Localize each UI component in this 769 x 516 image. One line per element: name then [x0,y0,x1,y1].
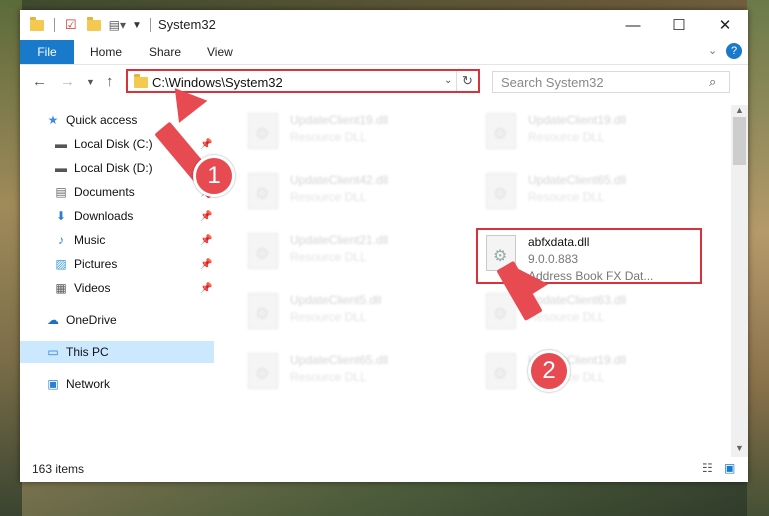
item-count: 163 items [32,462,85,476]
sidebar-item-this-pc[interactable]: ▭ This PC [20,341,214,363]
file-name: abfxdata.dll [528,235,590,249]
help-icon[interactable]: ? [726,43,742,59]
sidebar-item-music[interactable]: ♪ Music 📌 [20,229,214,251]
tab-view[interactable]: View [207,40,233,64]
title-bar: ☑ ▤▾ ▼ System32 — ☐ ✕ [20,10,748,40]
sidebar-item-videos[interactable]: ▦ Videos 📌 [20,277,214,299]
dll-file-icon [248,353,278,389]
window-title: System32 [158,17,216,32]
folder-icon [30,16,44,31]
pin-icon: 📌 [200,138,213,150]
sidebar-item-documents[interactable]: ▤ Documents 📌 [20,181,214,203]
sidebar-item-downloads[interactable]: ⬇ Downloads 📌 [20,205,214,227]
sidebar-item-pictures[interactable]: ▨ Pictures 📌 [20,253,214,275]
star-icon: ★ [47,113,59,127]
vertical-scrollbar[interactable]: ▲ ▼ [731,105,748,457]
expand-ribbon-icon[interactable]: ⌄ [708,44,717,57]
explorer-window: ☑ ▤▾ ▼ System32 — ☐ ✕ File Home Share Vi… [20,10,748,482]
sidebar-item-onedrive[interactable]: ☁ OneDrive [20,309,214,331]
recent-locations-icon[interactable]: ▼ [86,77,95,87]
dll-file-icon [486,173,516,209]
search-box[interactable]: Search System32 ⌕ [492,71,730,93]
drive-icon: ▬ [55,161,67,175]
scroll-down-icon[interactable]: ▼ [735,443,744,453]
tab-home[interactable]: Home [90,40,122,64]
step-1-badge: 1 [193,155,235,197]
chevron-down-icon[interactable]: ▼ [132,20,142,31]
download-icon: ⬇ [55,209,67,223]
list-item[interactable]: UpdateClient65.dll Resource DLL [478,167,688,219]
back-arrow-icon[interactable]: ← [32,73,47,90]
minimize-button[interactable]: — [610,10,656,40]
documents-icon: ▤ [55,185,67,199]
dll-file-icon [486,113,516,149]
network-icon: ▣ [47,377,59,391]
drive-icon: ▬ [55,137,67,151]
list-item[interactable]: UpdateClient42.dll Resource DLL [240,167,450,219]
sidebar-item-network[interactable]: ▣ Network [20,373,214,395]
list-item[interactable]: UpdateClient21.dll Resource DLL [240,227,450,279]
file-description: Address Book FX Dat... [528,269,654,283]
chevron-down-icon[interactable]: ⌄ [444,75,452,86]
tab-share[interactable]: Share [149,40,181,64]
list-item[interactable]: UpdateClient19.dll Resource DLL [240,107,450,159]
dll-file-icon [248,173,278,209]
list-item[interactable]: UpdateClient19.dll Resource DLL [478,347,688,399]
search-input[interactable]: Search System32 [501,75,604,90]
pin-icon: 📌 [200,210,213,222]
address-row: ← → ▼ ↑ C:\Windows\System32 ⌄ ↻ Search S… [20,65,748,99]
computer-icon: ▭ [47,345,59,359]
folder-icon [134,74,148,88]
address-divider [456,71,457,91]
toolbar-divider [149,18,151,32]
pictures-icon: ▨ [55,257,67,271]
scrollbar-thumb[interactable] [733,117,746,165]
list-item[interactable]: UpdateClient19.dll Resource DLL [478,107,688,159]
scroll-up-icon[interactable]: ▲ [735,105,744,115]
customize-toolbar-icon[interactable]: ▤▾ [109,18,126,32]
quick-access-toolbar: ☑ ▤▾ ▼ [30,16,151,34]
cloud-icon: ☁ [47,313,59,327]
desktop-background-left [0,0,22,516]
refresh-icon[interactable]: ↻ [462,73,473,89]
pin-icon: 📌 [200,234,213,246]
up-arrow-icon[interactable]: ↑ [106,73,114,90]
pin-icon: 📌 [200,282,213,294]
file-list: UpdateClient19.dll Resource DLL UpdateCl… [216,105,730,457]
dll-file-icon [486,353,516,389]
maximize-button[interactable]: ☐ [656,10,702,40]
dll-file-icon [248,293,278,329]
forward-arrow-icon[interactable]: → [60,73,75,90]
list-item[interactable]: UpdateClient65.dll Resource DLL [240,347,450,399]
search-icon[interactable]: ⌕ [709,74,716,90]
desktop-background-right [747,0,769,516]
close-button[interactable]: ✕ [702,10,748,40]
address-path: C:\Windows\System32 [152,75,283,90]
ribbon: File Home Share View ⌄ ? [20,40,748,65]
details-view-icon[interactable]: ☷ [702,461,713,475]
dll-file-icon [248,233,278,269]
tab-file[interactable]: File [20,40,74,64]
dll-file-icon [248,113,278,149]
new-folder-icon[interactable] [86,16,101,31]
large-icons-view-icon[interactable]: ▣ [724,461,735,475]
toolbar-divider [54,18,55,32]
music-icon: ♪ [58,233,64,247]
status-bar: 163 items ☷ ▣ [20,458,748,482]
step-2-badge: 2 [528,350,570,392]
list-item[interactable]: UpdateClient5.dll Resource DLL [240,287,450,339]
properties-icon[interactable]: ☑ [65,17,77,33]
videos-icon: ▦ [55,281,67,295]
pin-icon: 📌 [200,258,213,270]
